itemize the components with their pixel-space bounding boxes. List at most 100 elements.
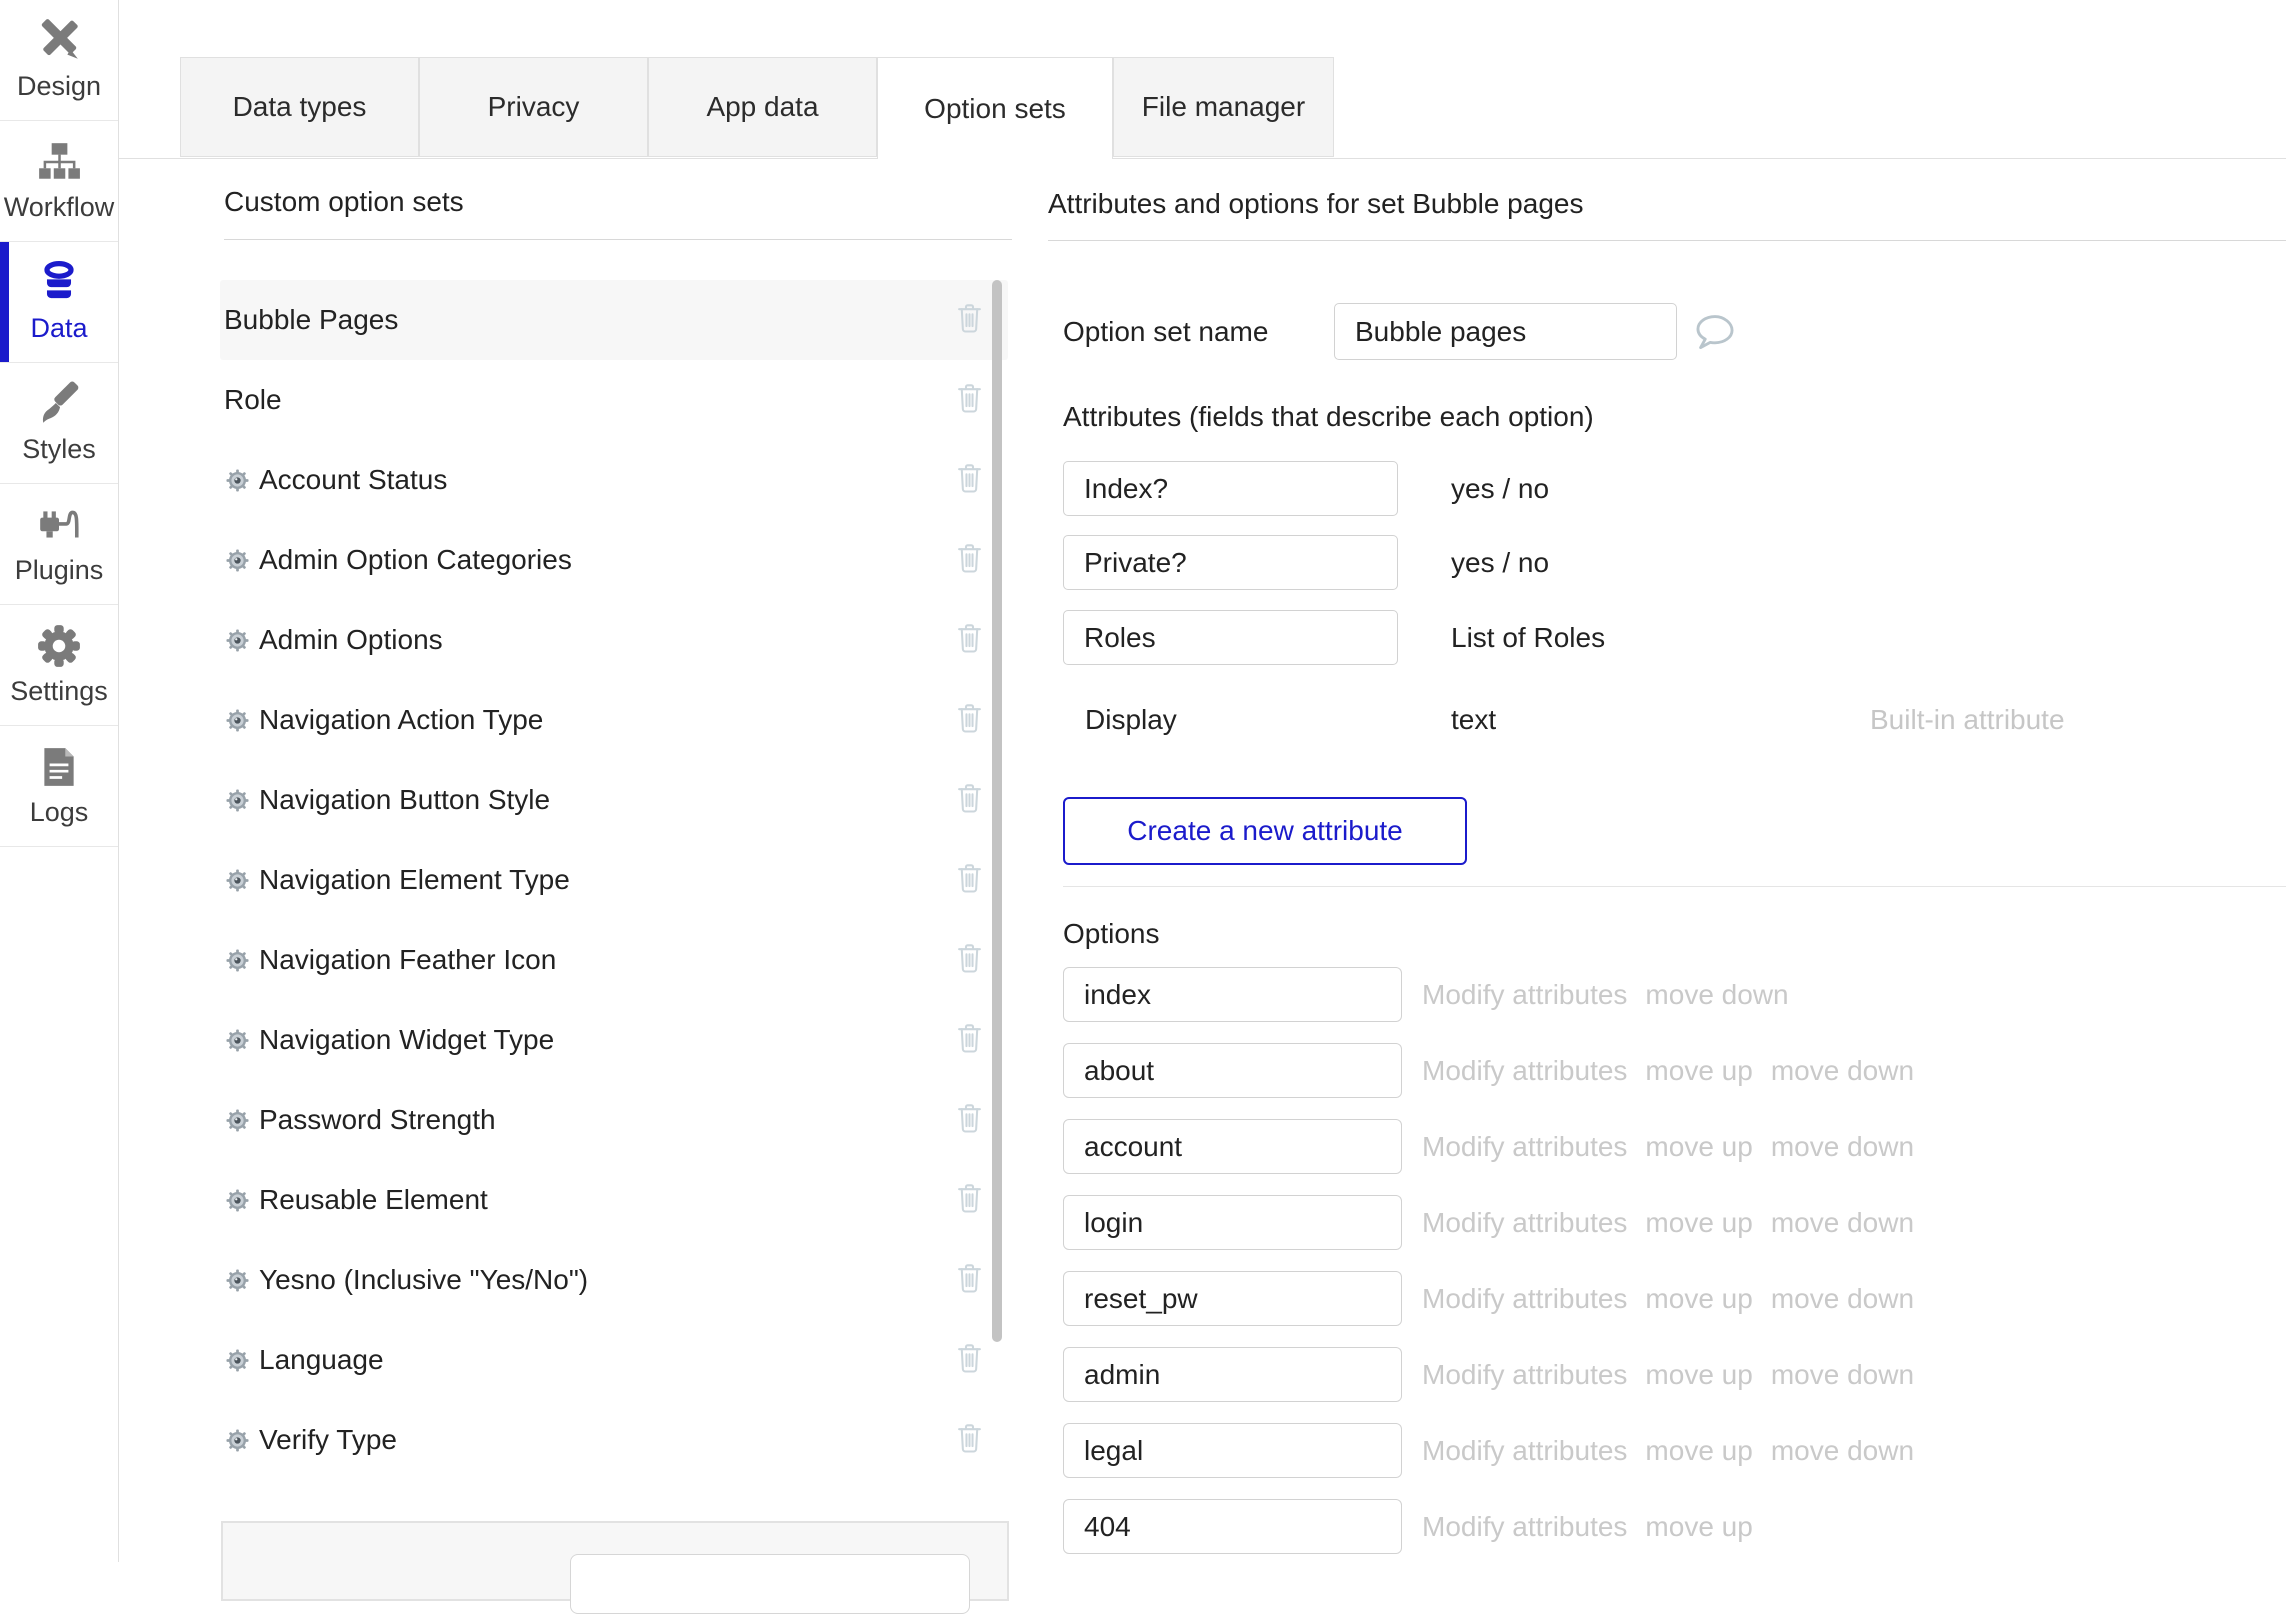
option-value-input[interactable] xyxy=(1063,1119,1402,1174)
sidebar-item-settings[interactable]: Settings xyxy=(0,605,118,726)
sidebar-item-data[interactable]: Data xyxy=(0,242,118,363)
option-action-move-up[interactable]: move up xyxy=(1645,1283,1752,1315)
attribute-name-input[interactable] xyxy=(1063,610,1398,665)
option-set-row[interactable]: Navigation Feather Icon xyxy=(220,920,1008,1000)
trash-icon[interactable] xyxy=(955,541,984,579)
option-action-move-down[interactable]: move down xyxy=(1771,1435,1914,1467)
option-action-modify-attributes[interactable]: Modify attributes xyxy=(1422,1283,1627,1315)
option-action-move-up[interactable]: move up xyxy=(1645,1511,1752,1543)
tab-app-data[interactable]: App data xyxy=(648,57,877,157)
option-set-list: Bubble Pages Role Account Status Admin O… xyxy=(220,280,1008,1480)
trash-icon[interactable] xyxy=(955,461,984,499)
option-value-input[interactable] xyxy=(1063,1195,1402,1250)
trash-icon[interactable] xyxy=(955,1101,984,1139)
option-action-modify-attributes[interactable]: Modify attributes xyxy=(1422,1055,1627,1087)
option-set-row[interactable]: Navigation Element Type xyxy=(220,840,1008,920)
attribute-name-input[interactable] xyxy=(1063,535,1398,590)
attribute-name-input[interactable] xyxy=(1063,461,1398,516)
tab-privacy[interactable]: Privacy xyxy=(419,57,648,157)
create-attribute-button[interactable]: Create a new attribute xyxy=(1063,797,1467,865)
trash-icon[interactable] xyxy=(955,301,984,339)
option-action-move-up[interactable]: move up xyxy=(1645,1359,1752,1391)
option-row: Modify attributes move up xyxy=(1063,1499,2286,1554)
option-set-row[interactable]: Role xyxy=(220,360,1008,440)
option-set-row[interactable]: Yesno (Inclusive "Yes/No") xyxy=(220,1240,1008,1320)
option-action-modify-attributes[interactable]: Modify attributes xyxy=(1422,1359,1627,1391)
option-rows: Modify attributesmove downModify attribu… xyxy=(1063,967,2286,1575)
option-actions: Modify attributes move up move down xyxy=(1422,1435,1914,1467)
option-set-row[interactable]: Account Status xyxy=(220,440,1008,520)
option-action-move-down[interactable]: move down xyxy=(1771,1207,1914,1239)
data-tab-strip: Data typesPrivacyApp dataOption setsFile… xyxy=(119,57,2286,159)
option-action-modify-attributes[interactable]: Modify attributes xyxy=(1422,1511,1627,1543)
option-set-row[interactable]: Navigation Widget Type xyxy=(220,1000,1008,1080)
trash-icon[interactable] xyxy=(955,941,984,979)
option-action-move-up[interactable]: move up xyxy=(1645,1435,1752,1467)
left-heading-rule xyxy=(224,239,1012,240)
option-action-modify-attributes[interactable]: Modify attributes xyxy=(1422,1435,1627,1467)
option-actions: Modify attributes move up move down xyxy=(1422,1131,1914,1163)
option-set-row[interactable]: Language xyxy=(220,1320,1008,1400)
sidebar-item-styles[interactable]: Styles xyxy=(0,363,118,484)
option-value-input[interactable] xyxy=(1063,1499,1402,1554)
trash-icon[interactable] xyxy=(955,381,984,419)
option-set-row[interactable]: Admin Options xyxy=(220,600,1008,680)
option-set-label: Navigation Button Style xyxy=(259,784,550,816)
attribute-type-label: text xyxy=(1451,704,1496,736)
tab-file-manager[interactable]: File manager xyxy=(1113,57,1334,157)
tab-strip-baseline xyxy=(119,158,2286,159)
option-set-row[interactable]: Reusable Element xyxy=(220,1160,1008,1240)
sidebar-item-workflow[interactable]: Workflow xyxy=(0,121,118,242)
option-value-input[interactable] xyxy=(1063,1423,1402,1478)
trash-icon[interactable] xyxy=(955,1341,984,1379)
option-action-move-down[interactable]: move down xyxy=(1771,1283,1914,1315)
option-set-label: Language xyxy=(259,1344,384,1376)
option-set-label: Navigation Widget Type xyxy=(259,1024,554,1056)
settings-icon xyxy=(36,623,82,669)
tab-option-sets[interactable]: Option sets xyxy=(877,57,1113,159)
attribute-row: List of Roles xyxy=(1063,610,2286,665)
option-action-move-up[interactable]: move up xyxy=(1645,1131,1752,1163)
option-set-row[interactable]: Navigation Action Type xyxy=(220,680,1008,760)
sidebar-item-plugins[interactable]: Plugins xyxy=(0,484,118,605)
tab-data-types[interactable]: Data types xyxy=(180,57,419,157)
new-option-set-input[interactable] xyxy=(570,1554,970,1614)
option-value-input[interactable] xyxy=(1063,1043,1402,1098)
option-action-move-down[interactable]: move down xyxy=(1771,1055,1914,1087)
option-set-row[interactable]: Navigation Button Style xyxy=(220,760,1008,840)
option-action-move-up[interactable]: move up xyxy=(1645,1055,1752,1087)
option-action-modify-attributes[interactable]: Modify attributes xyxy=(1422,1207,1627,1239)
option-set-row[interactable]: Verify Type xyxy=(220,1400,1008,1480)
option-value-input[interactable] xyxy=(1063,1271,1402,1326)
option-action-modify-attributes[interactable]: Modify attributes xyxy=(1422,979,1627,1011)
option-set-name-input[interactable] xyxy=(1334,303,1677,360)
option-set-label: Verify Type xyxy=(259,1424,397,1456)
option-set-row[interactable]: Admin Option Categories xyxy=(220,520,1008,600)
trash-icon[interactable] xyxy=(955,861,984,899)
option-set-row[interactable]: Password Strength xyxy=(220,1080,1008,1160)
trash-icon[interactable] xyxy=(955,621,984,659)
option-action-move-down[interactable]: move down xyxy=(1771,1359,1914,1391)
sidebar-item-label: Workflow xyxy=(4,192,115,223)
option-action-modify-attributes[interactable]: Modify attributes xyxy=(1422,1131,1627,1163)
trash-icon[interactable] xyxy=(955,701,984,739)
option-set-label: Yesno (Inclusive "Yes/No") xyxy=(259,1264,588,1296)
option-action-move-up[interactable]: move up xyxy=(1645,1207,1752,1239)
trash-icon[interactable] xyxy=(955,1421,984,1459)
trash-icon[interactable] xyxy=(955,1181,984,1219)
option-value-input[interactable] xyxy=(1063,967,1402,1022)
gear-icon xyxy=(224,1347,251,1374)
trash-icon[interactable] xyxy=(955,1261,984,1299)
comment-icon[interactable] xyxy=(1692,310,1738,361)
option-set-list-scrollbar[interactable] xyxy=(992,280,1002,1342)
option-action-move-down[interactable]: move down xyxy=(1645,979,1788,1011)
option-value-input[interactable] xyxy=(1063,1347,1402,1402)
attribute-rows: yes / noyes / noList of RolesDisplaytext… xyxy=(1063,461,2286,747)
option-action-move-down[interactable]: move down xyxy=(1771,1131,1914,1163)
option-set-row[interactable]: Bubble Pages xyxy=(220,280,1008,360)
sidebar-item-logs[interactable]: Logs xyxy=(0,726,118,847)
sidebar-item-design[interactable]: Design xyxy=(0,0,118,121)
trash-icon[interactable] xyxy=(955,781,984,819)
trash-icon[interactable] xyxy=(955,1021,984,1059)
built-in-attribute-note: Built-in attribute xyxy=(1870,704,2065,736)
